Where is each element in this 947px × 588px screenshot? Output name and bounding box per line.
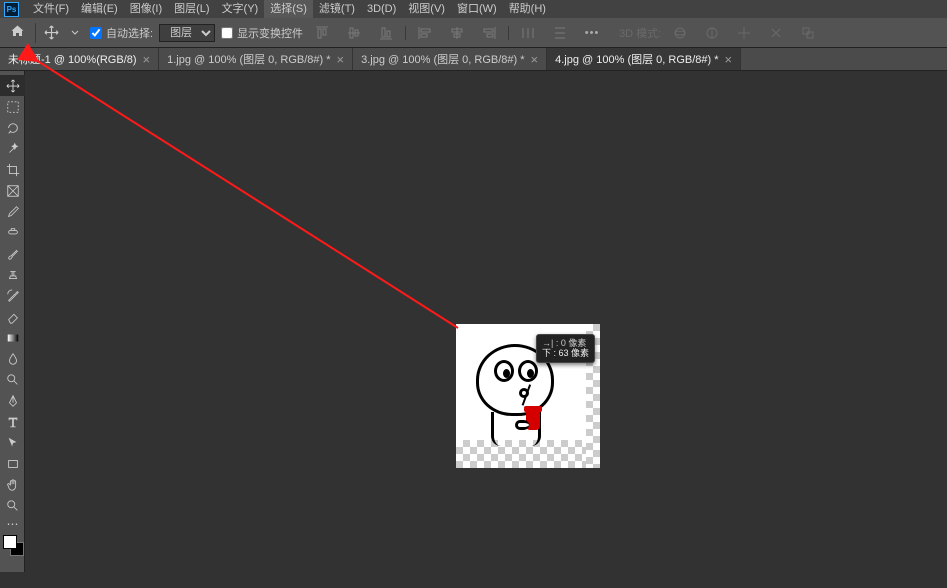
- pen-tool[interactable]: [0, 390, 25, 411]
- foreground-color-swatch[interactable]: [3, 535, 17, 549]
- rectangular-marquee-tool[interactable]: [0, 96, 25, 117]
- frame-tool[interactable]: [0, 180, 25, 201]
- eraser-tool[interactable]: [0, 306, 25, 327]
- brush-tool[interactable]: [0, 243, 25, 264]
- spot-healing-brush-tool[interactable]: [0, 222, 25, 243]
- tab-label: 1.jpg @ 100% (图层 0, RGB/8#) *: [167, 51, 330, 67]
- menu-3d[interactable]: 3D(D): [361, 0, 402, 18]
- menu-filter[interactable]: 滤镜(T): [313, 0, 361, 18]
- blur-tool[interactable]: [0, 348, 25, 369]
- zoom-tool[interactable]: [0, 495, 25, 516]
- clone-stamp-tool[interactable]: [0, 264, 25, 285]
- show-transform-checkbox[interactable]: 显示变换控件: [221, 25, 303, 41]
- tab-close-icon[interactable]: ×: [725, 53, 733, 66]
- tools-panel: ⋯: [0, 71, 25, 572]
- tab-1-jpg[interactable]: 1.jpg @ 100% (图层 0, RGB/8#) * ×: [159, 48, 353, 70]
- tab-close-icon[interactable]: ×: [337, 53, 345, 66]
- eyedropper-tool[interactable]: [0, 201, 25, 222]
- mode-3d-label: 3D 模式:: [619, 25, 661, 41]
- align-top-edges-icon[interactable]: [309, 21, 335, 45]
- roll-3d-icon[interactable]: [699, 21, 725, 45]
- menu-view[interactable]: 视图(V): [402, 0, 451, 18]
- tab-label: 3.jpg @ 100% (图层 0, RGB/8#) *: [361, 51, 524, 67]
- tab-close-icon[interactable]: ×: [143, 53, 151, 66]
- document-tab-bar: 未标题-1 @ 100%(RGB/8) × 1.jpg @ 100% (图层 0…: [0, 48, 947, 71]
- auto-select-checkbox[interactable]: 自动选择:: [90, 25, 153, 41]
- tooltip-x-offset: →| : 0 像素: [542, 338, 589, 348]
- app-logo-icon: Ps: [4, 2, 19, 17]
- distribute-vertical-icon[interactable]: [547, 21, 573, 45]
- align-left-edges-icon[interactable]: [412, 21, 438, 45]
- scale-3d-icon[interactable]: [795, 21, 821, 45]
- gradient-tool[interactable]: [0, 327, 25, 348]
- more-options-icon[interactable]: •••: [579, 21, 605, 45]
- tab-label: 未标题-1 @ 100%(RGB/8): [8, 51, 137, 67]
- menu-file[interactable]: 文件(F): [27, 0, 75, 18]
- hand-tool[interactable]: [0, 474, 25, 495]
- menu-image[interactable]: 图像(I): [124, 0, 168, 18]
- magic-wand-tool[interactable]: [0, 138, 25, 159]
- show-transform-input[interactable]: [221, 27, 233, 39]
- tooltip-y-offset: 下 : 63 像素: [542, 348, 589, 358]
- type-tool[interactable]: [0, 411, 25, 432]
- menu-select[interactable]: 选择(S): [264, 0, 313, 18]
- edit-toolbar-icon[interactable]: ⋯: [0, 516, 25, 532]
- menu-help[interactable]: 帮助(H): [503, 0, 552, 18]
- menu-type[interactable]: 文字(Y): [216, 0, 265, 18]
- divider: [35, 23, 36, 43]
- dropdown-caret-icon[interactable]: [66, 24, 84, 42]
- divider: [405, 26, 406, 40]
- align-vertical-centers-icon[interactable]: [341, 21, 367, 45]
- menu-window[interactable]: 窗口(W): [451, 0, 503, 18]
- orbit-3d-icon[interactable]: [667, 21, 693, 45]
- history-brush-tool[interactable]: [0, 285, 25, 306]
- tab-4-jpg[interactable]: 4.jpg @ 100% (图层 0, RGB/8#) * ×: [547, 48, 741, 70]
- tab-close-icon[interactable]: ×: [531, 53, 539, 66]
- move-tool-icon: [42, 24, 60, 42]
- align-bottom-edges-icon[interactable]: [373, 21, 399, 45]
- align-horizontal-centers-icon[interactable]: [444, 21, 470, 45]
- distribute-horizontal-icon[interactable]: [515, 21, 541, 45]
- auto-select-label: 自动选择:: [106, 25, 153, 41]
- auto-select-target[interactable]: 图层: [159, 24, 215, 42]
- rectangle-tool[interactable]: [0, 453, 25, 474]
- crop-tool[interactable]: [0, 159, 25, 180]
- slide-3d-icon[interactable]: [763, 21, 789, 45]
- home-icon[interactable]: [6, 24, 29, 42]
- auto-select-input[interactable]: [90, 27, 102, 39]
- divider: [508, 26, 509, 40]
- lasso-tool[interactable]: [0, 117, 25, 138]
- tab-label: 4.jpg @ 100% (图层 0, RGB/8#) *: [555, 51, 718, 67]
- show-transform-label: 显示变换控件: [237, 25, 303, 41]
- move-tool[interactable]: [0, 75, 25, 96]
- options-bar: 自动选择: 图层 显示变换控件 ••• 3D 模式:: [0, 18, 947, 48]
- tab-3-jpg[interactable]: 3.jpg @ 100% (图层 0, RGB/8#) * ×: [353, 48, 547, 70]
- color-swatches[interactable]: [0, 532, 24, 572]
- tab-untitled-1[interactable]: 未标题-1 @ 100%(RGB/8) ×: [0, 48, 159, 70]
- drag-position-tooltip: →| : 0 像素 下 : 63 像素: [536, 334, 595, 363]
- menu-bar: Ps 文件(F) 编辑(E) 图像(I) 图层(L) 文字(Y) 选择(S) 滤…: [0, 0, 947, 18]
- pan-3d-icon[interactable]: [731, 21, 757, 45]
- align-right-edges-icon[interactable]: [476, 21, 502, 45]
- dodge-tool[interactable]: [0, 369, 25, 390]
- menu-edit[interactable]: 编辑(E): [75, 0, 124, 18]
- path-selection-tool[interactable]: [0, 432, 25, 453]
- menu-layer[interactable]: 图层(L): [168, 0, 215, 18]
